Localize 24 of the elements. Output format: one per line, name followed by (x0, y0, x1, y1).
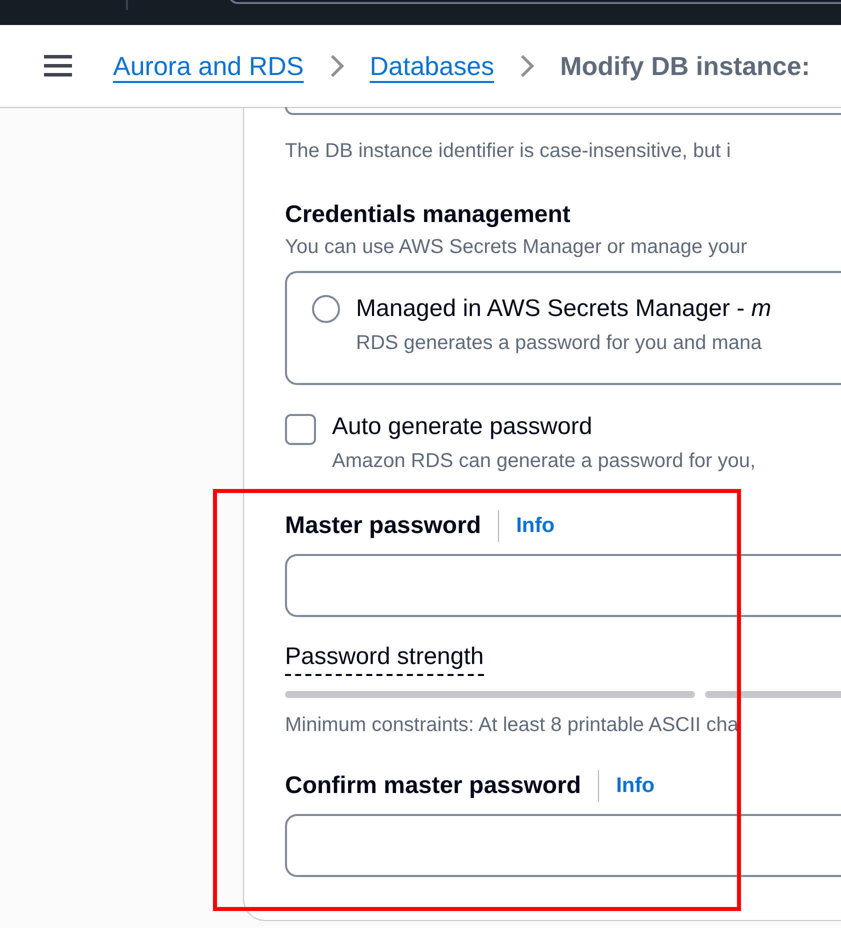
breadcrumb-link[interactable]: Databases (370, 50, 494, 82)
info-link[interactable]: Info (516, 514, 555, 538)
field-label: Confirm master password (285, 772, 582, 800)
option-card[interactable]: Managed in AWS Secrets Manager - m RDS generates a password for you and mana (285, 271, 841, 385)
section-description: You can use AWS Secrets Manager or manage your (285, 235, 748, 259)
breadcrumb-link[interactable]: Aurora and RDS (113, 50, 304, 82)
section-title: Credentials management (285, 201, 572, 229)
option-description: RDS generates a password for you and mana (356, 331, 763, 355)
radio-button[interactable] (312, 295, 340, 323)
menu-icon[interactable] (44, 55, 72, 77)
checkbox[interactable] (285, 414, 316, 445)
option-label: Managed in AWS Secrets Manager - m (356, 295, 772, 323)
password-constraints: Minimum constraints: At least 8 printable ASCII cha (285, 713, 740, 737)
breadcrumb-current: Modify DB instance: (560, 50, 810, 82)
chevron-icon (520, 54, 534, 78)
chevron-icon (330, 54, 344, 78)
checkbox-label: Auto generate password (332, 413, 594, 441)
field-hint: The DB instance identifier is case-insensitive, but i (285, 139, 732, 163)
password-field[interactable] (285, 554, 841, 617)
password-strength-label: Password strength (285, 643, 484, 676)
checkbox-description: Amazon RDS can generate a password for you, (332, 449, 756, 473)
password-field[interactable] (285, 814, 841, 877)
info-link[interactable]: Info (616, 774, 655, 798)
field-label: Master password (285, 512, 482, 540)
